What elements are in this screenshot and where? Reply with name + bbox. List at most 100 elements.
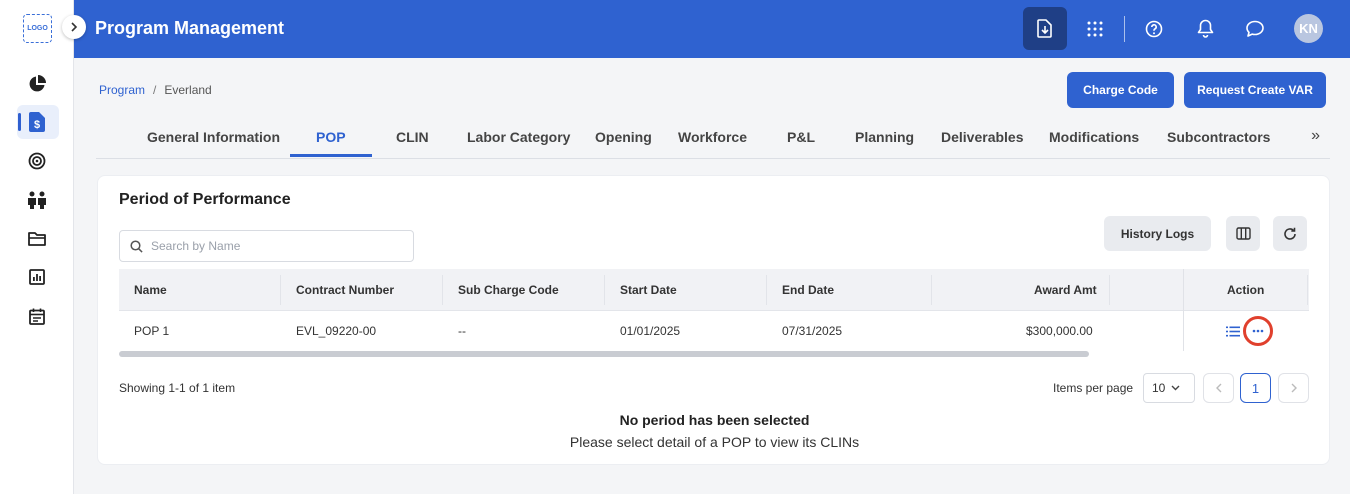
column-divider (604, 275, 605, 305)
column-divider (1109, 275, 1110, 305)
tab-deliverables[interactable]: Deliverables (941, 129, 1024, 145)
more-horizontal-icon (1252, 329, 1264, 333)
column-divider (442, 275, 443, 305)
horizontal-scrollbar[interactable] (119, 351, 1089, 357)
tab-general-information[interactable]: General Information (147, 129, 280, 145)
column-divider (766, 275, 767, 305)
app-title: Program Management (95, 18, 285, 38)
chevron-right-icon (71, 22, 78, 32)
tab-modifications[interactable]: Modifications (1049, 129, 1139, 145)
view-details-button[interactable] (1225, 323, 1241, 339)
cell-award-amt: $300,000.00 (1026, 324, 1093, 338)
svg-text:$: $ (34, 119, 40, 131)
sidebar-item-files[interactable] (26, 228, 48, 250)
tab-clin[interactable]: CLIN (396, 129, 429, 145)
sidebar-item-dashboard[interactable] (26, 73, 48, 95)
sidebar-item-goals[interactable] (26, 150, 48, 172)
list-icon (1226, 326, 1240, 336)
column-header-contract-number[interactable]: Contract Number (296, 283, 394, 297)
help-button[interactable] (1132, 7, 1176, 50)
cell-start-date: 01/01/2025 (620, 324, 681, 338)
pop-table: Name Contract Number Sub Charge Code Sta… (119, 269, 1309, 357)
search-icon (130, 239, 143, 253)
bar-chart-icon (29, 269, 45, 285)
column-header-award-amt[interactable]: Award Amt (1034, 283, 1097, 297)
cell-contract-number: EVL_09220-00 (296, 324, 377, 338)
chevron-down-icon (1171, 385, 1180, 391)
active-tab-indicator (290, 154, 372, 157)
download-button[interactable] (1023, 7, 1067, 50)
empty-state-title: No period has been selected (619, 412, 810, 428)
breadcrumb-current: Everland (164, 83, 212, 97)
pie-chart-icon (29, 75, 46, 92)
sidebar-item-calendar[interactable] (26, 305, 48, 327)
sidebar-item-reports[interactable] (26, 266, 48, 288)
cell-sub-charge-code: -- (458, 324, 466, 338)
tab-workforce[interactable]: Workforce (678, 129, 747, 145)
tab-pop[interactable]: POP (316, 129, 346, 145)
tabs-scroll-right-button[interactable]: » (1311, 127, 1320, 145)
breadcrumb-program-link[interactable]: Program (99, 83, 145, 97)
next-page-button[interactable] (1278, 373, 1309, 403)
action-column-divider (1183, 269, 1184, 351)
items-per-page-select[interactable]: 10 (1143, 373, 1195, 403)
folder-icon (28, 232, 46, 246)
chat-button[interactable] (1233, 7, 1277, 50)
sidebar-active-indicator (18, 113, 21, 131)
period-of-performance-panel: Period of Performance History Logs Name … (97, 175, 1330, 465)
help-icon (1145, 20, 1163, 37)
file-download-icon (1037, 19, 1052, 38)
sidebar: LOGO $ (0, 0, 74, 494)
search-input[interactable] (151, 239, 401, 253)
target-icon (28, 152, 46, 170)
sidebar-expand-button[interactable] (62, 15, 86, 39)
refresh-icon (1284, 227, 1296, 240)
search-box (119, 230, 414, 262)
tab-subcontractors[interactable]: Subcontractors (1167, 129, 1270, 145)
tab-labor-category[interactable]: Labor Category (467, 129, 570, 145)
history-logs-button[interactable]: History Logs (1104, 216, 1211, 251)
header-divider (1124, 16, 1125, 42)
tab-planning[interactable]: Planning (855, 129, 914, 145)
charge-code-button[interactable]: Charge Code (1067, 72, 1174, 108)
user-avatar[interactable]: KN (1294, 14, 1323, 43)
column-header-sub-charge-code[interactable]: Sub Charge Code (458, 283, 559, 297)
column-settings-button[interactable] (1226, 216, 1260, 251)
showing-count: Showing 1-1 of 1 item (119, 381, 236, 395)
chat-bubble-icon (1246, 20, 1264, 37)
people-icon (28, 191, 46, 209)
breadcrumb-separator: / (153, 83, 157, 97)
app-logo: LOGO (23, 14, 52, 43)
column-header-action: Action (1227, 283, 1265, 297)
notifications-button[interactable] (1183, 7, 1227, 50)
chevron-left-icon (1215, 383, 1221, 393)
previous-page-button[interactable] (1203, 373, 1234, 403)
table-row[interactable]: POP 1 EVL_09220-00 -- 01/01/2025 07/31/2… (119, 311, 1309, 351)
page-button-current[interactable]: 1 (1240, 373, 1271, 403)
items-per-page-value: 10 (1152, 381, 1166, 395)
dollar-document-icon: $ (29, 112, 45, 132)
cell-name: POP 1 (134, 324, 170, 338)
calendar-icon (29, 308, 45, 325)
sidebar-item-people[interactable] (26, 189, 48, 211)
top-header: Program Management KN (74, 0, 1350, 58)
grid-dots-icon (1087, 21, 1103, 36)
more-actions-button[interactable] (1243, 316, 1273, 346)
apps-button[interactable] (1073, 7, 1117, 50)
refresh-button[interactable] (1273, 216, 1307, 251)
column-divider (1307, 275, 1308, 305)
column-divider (280, 275, 281, 305)
column-header-name[interactable]: Name (134, 283, 167, 297)
column-header-start-date[interactable]: Start Date (620, 283, 677, 297)
column-header-end-date[interactable]: End Date (782, 283, 834, 297)
tab-bar: General Information POP CLIN Labor Categ… (96, 115, 1330, 159)
column-divider (931, 275, 932, 305)
cell-end-date: 07/31/2025 (782, 324, 843, 338)
tab-opening[interactable]: Opening (595, 129, 652, 145)
tab-pl[interactable]: P&L (787, 129, 815, 145)
empty-state-subtitle: Please select detail of a POP to view it… (569, 434, 860, 450)
chevron-right-icon (1291, 383, 1297, 393)
request-create-var-button[interactable]: Request Create VAR (1184, 72, 1326, 108)
table-header-row: Name Contract Number Sub Charge Code Sta… (119, 269, 1309, 311)
sidebar-item-programs[interactable]: $ (26, 111, 48, 133)
